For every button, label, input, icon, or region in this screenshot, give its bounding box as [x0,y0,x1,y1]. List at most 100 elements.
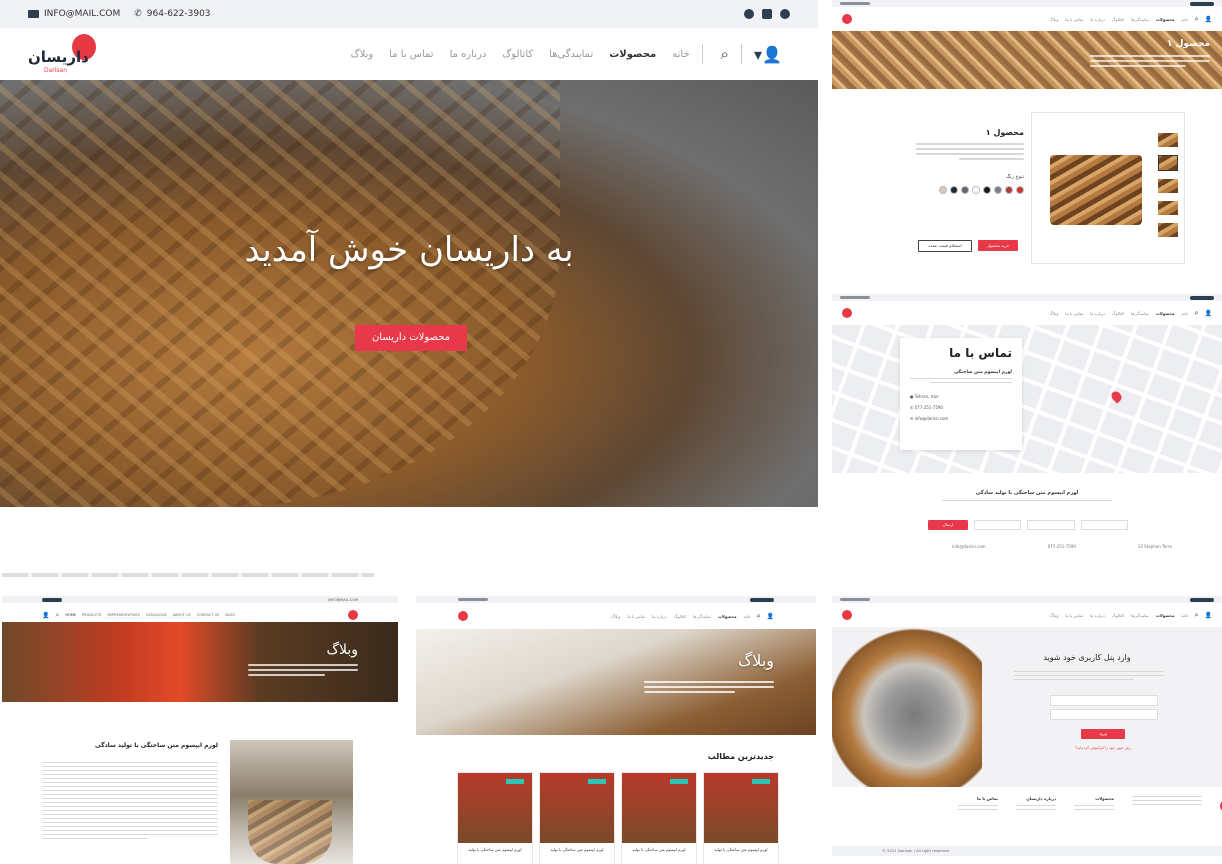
search-icon[interactable]: ⌕ [1195,15,1199,24]
instagram-icon[interactable] [762,9,772,19]
contact-email[interactable]: info@darisn.com [915,416,949,421]
thumbnail[interactable] [1158,179,1178,193]
nav-contact[interactable]: تماس با ما [389,49,433,60]
site-footer: محصولات درباره داریسان تماس با ما [832,796,1222,850]
search-icon[interactable]: ⌕ [1195,309,1199,318]
nav-contact[interactable]: CONTACT US [197,613,220,617]
divider-strip [2,573,374,577]
user-menu-icon[interactable]: 👤 [1205,16,1212,23]
password-input[interactable] [1050,709,1158,720]
color-swatch[interactable] [939,186,947,194]
map-pin-icon[interactable] [1109,389,1124,404]
nav-about[interactable]: ABOUT US [173,613,191,617]
mini-top-bar [832,294,1222,301]
nav-products[interactable]: محصولات [609,49,656,60]
footer-address: 33 Stephen Terra [1137,544,1172,549]
site-logo[interactable]: داریسان Darisan [28,32,98,76]
user-menu-icon[interactable]: 👤 [1205,310,1212,317]
user-menu-icon[interactable]: 👤 [42,612,49,619]
user-menu-icon[interactable]: 👤 [1205,612,1212,619]
strawberry-logo-icon[interactable] [458,611,468,621]
article-image[interactable] [230,740,353,864]
mail-icon [840,2,870,5]
blog-page-fa-panel: 👤 ⌕ خانه محصولات نمایندگی‌ها کاتالوگ درباره … [416,596,816,864]
product-main-image[interactable] [1050,155,1142,225]
color-swatch[interactable] [1016,186,1024,194]
telegram-icon[interactable] [780,9,790,19]
contact-address: Tehran, Iran [914,394,939,399]
nav-catalogue[interactable]: کاتالوگ [502,49,533,60]
nav-blog[interactable]: BLOG [225,613,235,617]
forgot-password-link[interactable]: رمز عبور خود را فراموش کرده‌اید؟ [1050,745,1156,750]
email-input[interactable] [1080,520,1128,530]
name-input[interactable] [1027,520,1075,530]
post-badge [506,779,524,784]
mini-top-bar: INFO@MAIL.COM [2,596,398,603]
username-input[interactable] [1050,695,1158,706]
color-swatch[interactable] [1005,186,1013,194]
user-menu-icon[interactable]: 👤 [767,613,774,620]
contact-form: ارسال [928,520,1128,530]
strawberry-logo-icon[interactable] [842,610,852,620]
nav-about[interactable]: درباره ما [450,49,487,60]
login-submit-button[interactable]: ورود [1081,729,1125,739]
social-icons [1190,597,1214,602]
product-thumbnails [1158,133,1178,237]
whatsapp-icon[interactable] [744,9,754,19]
mini-top-bar [832,596,1222,603]
nav-products[interactable]: PRODUCTS [82,613,101,617]
login-title: وارد پنل کاربری خود شوید [1043,653,1131,662]
product-page-panel: 👤 ⌕ خانه محصولات نمایندگی‌ها کاتالوگ درباره … [832,0,1222,280]
thumbnail[interactable] [1158,223,1178,237]
thumbnail[interactable] [1158,201,1178,215]
hero-products-button[interactable]: محصولات داریسان [355,325,467,351]
post-card[interactable]: لورم ایپسوم متن ساختگی با تولید [621,772,697,864]
nav-representatives[interactable]: نمایندگی‌ها [549,49,593,60]
nav-home[interactable]: HOME [65,613,76,617]
contact-email[interactable]: INFO@MAIL.COM [44,9,120,19]
mini-top-bar [832,0,1222,7]
thumbnail[interactable] [1158,133,1178,147]
color-swatch[interactable] [950,186,958,194]
contact-phone[interactable]: 964-622-3903 [147,9,211,19]
search-icon[interactable]: ⌕ [721,45,729,63]
contact-phone[interactable]: 077-251-7590 [915,405,943,410]
banner-title: محصول ۱ [1166,39,1210,49]
contact-map[interactable] [832,325,1222,473]
logo-text: داریسان [28,48,89,66]
color-swatch[interactable] [961,186,969,194]
strawberry-logo-icon[interactable] [842,14,852,24]
buy-button[interactable]: خرید محصول [978,240,1018,251]
footer-phone[interactable]: 077-251-7590 [1048,544,1076,549]
contact-form-title: لورم ایپسوم متن ساختگی با تولید سادگی [975,490,1079,496]
color-swatch[interactable] [994,186,1002,194]
mail-icon: ✉ [910,416,914,421]
bulk-inquiry-button[interactable]: استعلام قیمت عمده [918,240,972,252]
post-card[interactable]: لورم ایپسوم متن ساختگی با تولید [703,772,779,864]
subject-input[interactable] [974,520,1022,530]
mail-icon [28,10,39,18]
thumbnail[interactable] [1158,155,1178,171]
login-section: وارد پنل کاربری خود شوید ورود رمز عبور خ… [832,627,1222,787]
strawberry-logo-icon[interactable] [842,308,852,318]
top-email[interactable]: INFO@MAIL.COM [328,598,358,602]
product-title: محصول ۱ [985,128,1024,137]
nav-home[interactable]: خانه [672,49,689,60]
search-icon[interactable]: ⌕ [757,612,761,621]
nav-catalogue[interactable]: CATALOGUE [146,613,167,617]
mini-navbar: 👤 ⌕ خانه محصولات نمایندگی‌ها کاتالوگ درباره … [416,603,816,630]
user-menu-icon[interactable]: 👤▾ [754,45,782,64]
color-swatch[interactable] [972,186,980,194]
strawberry-logo-icon[interactable] [348,610,358,620]
color-swatch[interactable] [983,186,991,194]
nav-divider [701,44,703,64]
post-card[interactable]: لورم ایپسوم متن ساختگی با تولید [457,772,533,864]
nav-representatives[interactable]: REPRESENTATIVES [107,613,139,617]
mail-icon [840,598,870,601]
send-button[interactable]: ارسال [928,520,968,530]
footer-email[interactable]: info@darisn.com [952,544,986,549]
search-icon[interactable]: ⌕ [1195,611,1199,620]
post-card[interactable]: لورم ایپسوم متن ساختگی با تولید [539,772,615,864]
nav-blog[interactable]: وبلاگ [351,49,374,60]
search-icon[interactable]: ⌕ [55,611,59,620]
